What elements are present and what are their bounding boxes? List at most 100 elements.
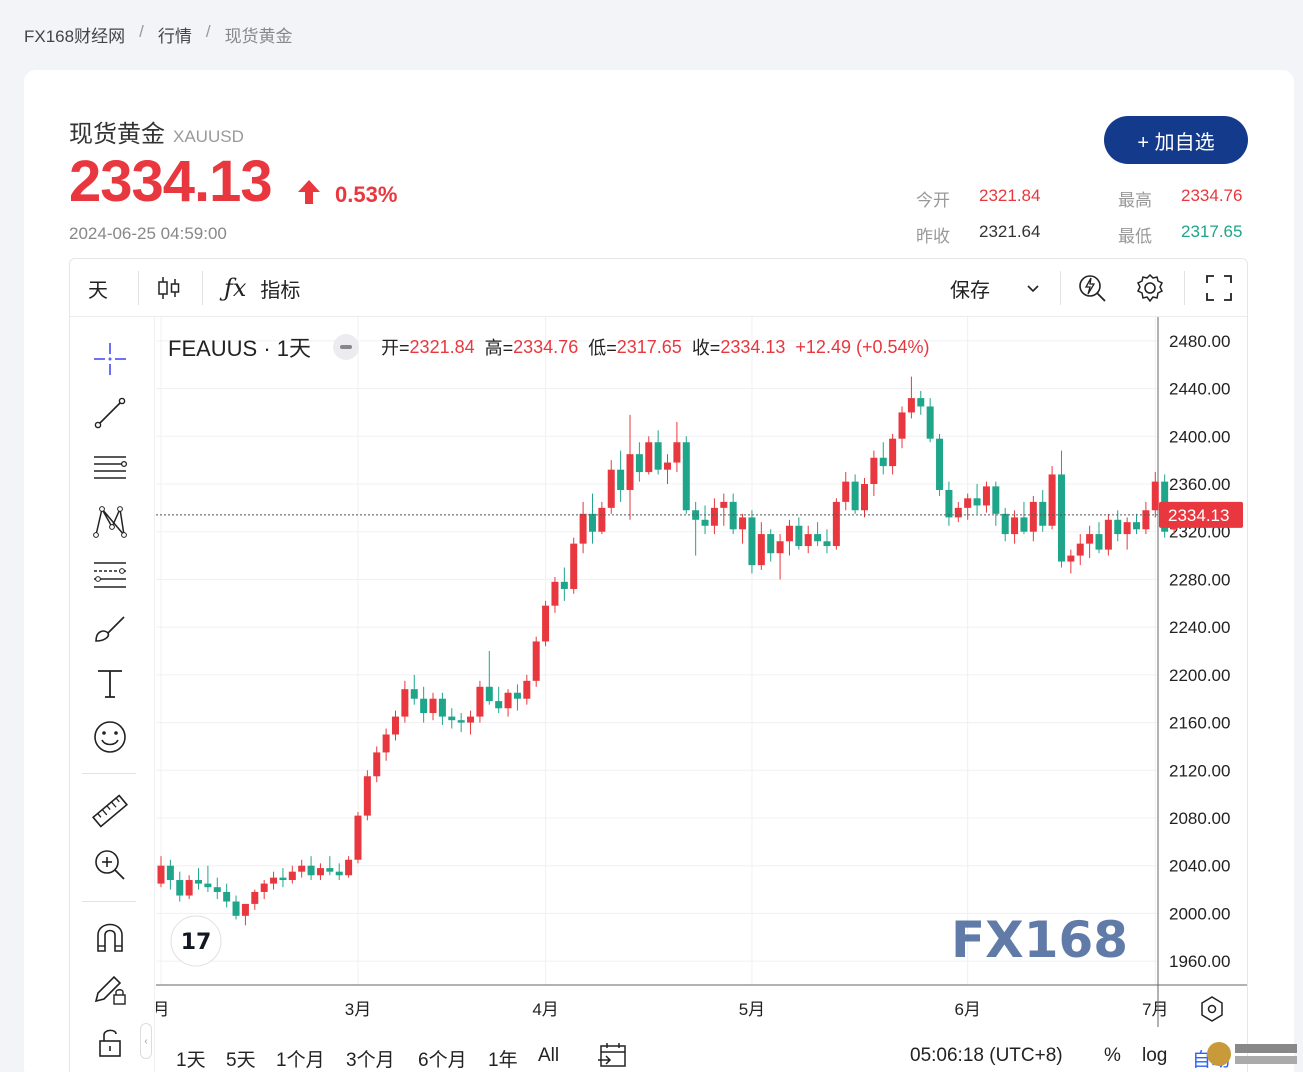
date-range-icon[interactable] xyxy=(596,1041,630,1071)
save-button[interactable]: 保存 xyxy=(950,259,1040,317)
y-tick-label: 2000.00 xyxy=(1169,904,1230,923)
candle-body xyxy=(504,692,512,709)
candle-body xyxy=(814,534,822,542)
range-3m[interactable]: 3个月 xyxy=(346,1045,395,1072)
range-all[interactable]: All xyxy=(538,1045,559,1067)
candle-body xyxy=(523,680,531,699)
drawing-toolbar: ‹ xyxy=(70,317,155,1072)
crosshair-icon xyxy=(94,343,126,375)
fullscreen-icon xyxy=(1206,275,1232,301)
unlock-tool[interactable] xyxy=(90,1021,130,1061)
trendline-tool[interactable] xyxy=(90,393,130,433)
candle-body xyxy=(232,901,240,916)
chart-area[interactable]: 2480.00 2440.00 2400.00 2360.00 2320.00 2280.… xyxy=(153,317,1248,1072)
candle-body xyxy=(363,776,371,816)
gear-icon xyxy=(1136,273,1164,303)
toolbar-collapse-handle[interactable]: ‹ xyxy=(140,1023,152,1059)
candle-body xyxy=(804,534,812,547)
candle-body xyxy=(607,469,615,508)
add-watchlist-button[interactable]: + 加自选 xyxy=(1104,116,1248,164)
candle-body xyxy=(701,519,709,526)
low-value: 2317.65 xyxy=(1181,222,1243,241)
legend-high-key: 高= xyxy=(484,338,514,358)
indicators-button[interactable]: ƒx 指标 xyxy=(224,259,300,317)
arrow-up-icon xyxy=(298,180,320,204)
candle-body xyxy=(795,525,803,547)
last-price: 2334.13 xyxy=(69,149,273,214)
y-tick-label: 2400.00 xyxy=(1169,427,1230,446)
candle-body xyxy=(392,716,399,735)
candlestick-chart[interactable]: 2480.002440.002400.002360.002320.002280.… xyxy=(153,317,1248,1027)
candle-type-button[interactable] xyxy=(156,259,182,317)
breadcrumb-home-link[interactable]: FX168财经网 xyxy=(24,22,125,47)
candle-body xyxy=(1104,519,1112,550)
candle-body xyxy=(213,887,221,892)
sino-sound-logo xyxy=(1207,1042,1297,1066)
zoom-tool[interactable] xyxy=(90,845,130,885)
prev-close-label: 昨收 xyxy=(916,227,950,246)
lock-drawing-tool[interactable] xyxy=(90,969,130,1009)
log-scale-toggle[interactable]: log xyxy=(1142,1045,1167,1067)
fib-tool[interactable] xyxy=(90,555,130,595)
candle-body xyxy=(879,457,887,467)
fx168-watermark: FX168 xyxy=(951,911,1128,969)
candle-body xyxy=(682,442,690,511)
candle-body xyxy=(710,507,718,526)
candle-body xyxy=(1086,534,1094,544)
y-tick-label: 1960.00 xyxy=(1169,952,1230,971)
range-bar: 1天 5天 1个月 3个月 6个月 1年 All 05:06:18 (UTC+8… xyxy=(156,1027,1247,1072)
legend-collapse-button[interactable] xyxy=(333,334,360,360)
candle-body xyxy=(1114,519,1122,535)
candle-body xyxy=(842,481,850,502)
y-tick-label: 2360.00 xyxy=(1169,475,1230,494)
candle-body xyxy=(279,877,287,881)
candle-body xyxy=(551,581,559,606)
measure-tool[interactable] xyxy=(90,791,130,831)
candle-body xyxy=(270,877,278,884)
emoji-tool[interactable] xyxy=(90,717,130,757)
range-6m[interactable]: 6个月 xyxy=(418,1045,467,1072)
y-tick-label: 2280.00 xyxy=(1169,570,1230,589)
brush-tool[interactable] xyxy=(90,609,130,649)
horizontal-lines-tool[interactable] xyxy=(90,447,130,487)
candle-body xyxy=(973,498,981,506)
candle-body xyxy=(907,398,915,413)
change-percent: 0.53% xyxy=(335,182,398,207)
range-1y[interactable]: 1年 xyxy=(488,1045,518,1072)
candle-body xyxy=(382,734,390,753)
text-tool[interactable] xyxy=(90,663,130,703)
candle-body xyxy=(626,454,634,490)
quote-timestamp: 2024-06-25 04:59:00 xyxy=(69,224,227,243)
high-label: 最高 xyxy=(1118,191,1152,210)
text-icon xyxy=(98,670,122,698)
candle-body xyxy=(579,513,587,544)
percent-scale-toggle[interactable]: % xyxy=(1104,1045,1121,1067)
quote-card: 现货黄金 XAUUSD 2334.13 0.53% 2024-06-25 04:… xyxy=(24,70,1294,1072)
candle-body xyxy=(861,484,868,511)
pencil-lock-icon xyxy=(94,975,126,1005)
quick-search-button[interactable] xyxy=(1076,259,1108,317)
candle-body xyxy=(204,883,212,888)
range-5d[interactable]: 5天 xyxy=(226,1045,256,1072)
candle-body xyxy=(729,501,737,530)
candle-body xyxy=(851,481,859,511)
crosshair-tool[interactable] xyxy=(90,339,130,379)
legend-low-value: 2317.65 xyxy=(616,336,682,357)
candle-body xyxy=(1039,501,1047,526)
candle-body xyxy=(588,513,596,532)
unlock-icon xyxy=(99,1029,121,1057)
candle-body xyxy=(260,883,268,892)
x-tick-label: 月 xyxy=(156,1000,170,1019)
magnet-tool[interactable] xyxy=(90,917,130,957)
y-tick-label: 2160.00 xyxy=(1169,714,1230,733)
pattern-tool[interactable] xyxy=(90,501,130,541)
legend-close-value: 2334.13 xyxy=(720,336,786,357)
toolbar-divider xyxy=(1060,271,1061,305)
range-1m[interactable]: 1个月 xyxy=(276,1045,325,1072)
legend-open-key: 开= xyxy=(381,338,410,358)
range-1d[interactable]: 1天 xyxy=(176,1045,206,1072)
fullscreen-button[interactable] xyxy=(1204,259,1234,317)
breadcrumb-section-link[interactable]: 行情 xyxy=(158,22,192,47)
interval-button[interactable]: 天 xyxy=(88,259,108,317)
settings-button[interactable] xyxy=(1134,259,1166,317)
